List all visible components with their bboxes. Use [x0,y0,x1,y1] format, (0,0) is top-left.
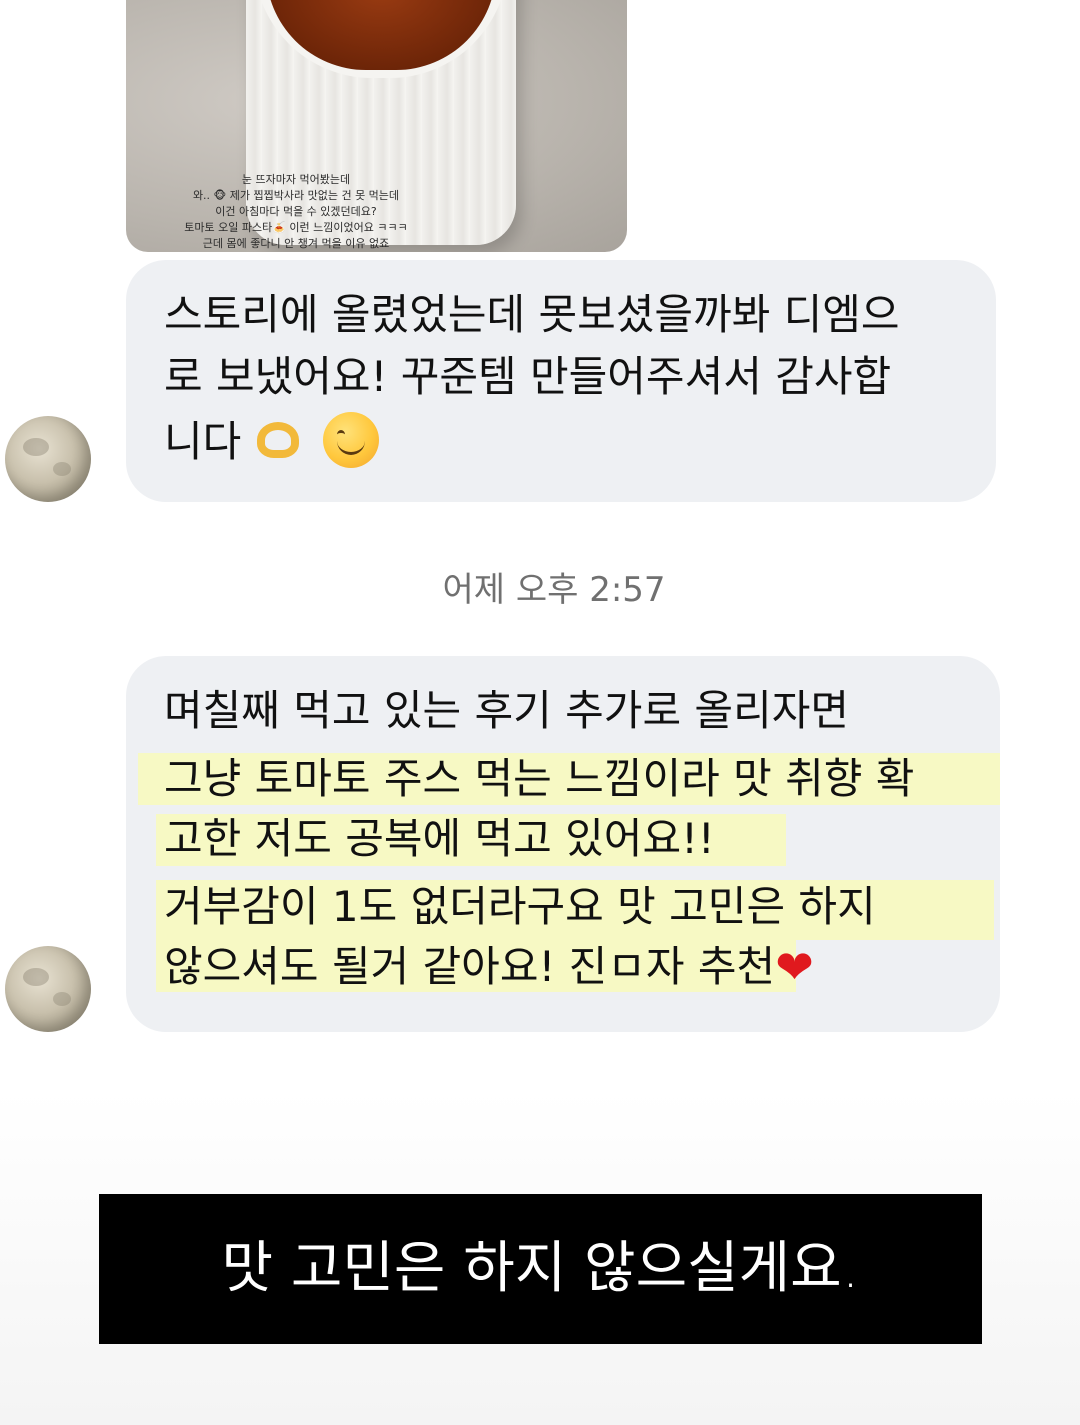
message-bubble[interactable]: 스토리에 올렸었는데 못보셨을까봐 디엠으 로 보냈어요! 꾸준템 만들어주셔서… [126,260,996,502]
story-caption: 눈 뜨자마자 먹어봤는데 와.. 🐵 제가 찝찝박사라 맛없는 건 못 먹는데 … [126,172,466,252]
story-caption-line: 토마토 오일 파스타🍝 이런 느낌이었어요 ㅋㅋㅋ [184,221,408,234]
caption-box: 맛 고민은 하지 않으실게요. [99,1194,982,1344]
message-line: 고한 저도 공복에 먹고 있어요!! [164,814,715,863]
story-caption-line: 근데 몸에 좋다니 안 챙겨 먹을 이유 없죠 [202,237,390,250]
heart-hands-icon [249,420,307,460]
story-caption-line: 이건 아침마다 먹을 수 있겠던데요? [215,205,377,218]
sender-avatar[interactable] [5,416,91,502]
shared-story-image[interactable]: 눈 뜨자마자 먹어봤는데 와.. 🐵 제가 찝찝박사라 맛없는 건 못 먹는데 … [126,0,627,252]
caption-text: 맛 고민은 하지 않으실게요. [221,1236,860,1301]
story-caption-line: 와.. 🐵 제가 찝찝박사라 맛없는 건 못 먹는데 [192,189,400,202]
message-line: 로 보냈어요! 꾸준템 만들어주셔서 감사합 [164,352,892,401]
message-line: 스토리에 올렸었는데 못보셨을까봐 디엠으 [164,290,900,339]
message-line-text: 않으셔도 될거 같아요! 진ㅁ자 추천 [164,942,776,991]
story-caption-line: 눈 뜨자마자 먹어봤는데 [241,173,351,186]
message-bubble[interactable]: 며칠째 먹고 있는 후기 추가로 올리자면 그냥 토마토 주스 먹는 느낌이라 … [126,656,1000,1032]
message-line: 거부감이 1도 없더라구요 맛 고민은 하지 [164,882,876,931]
timestamp: 어제 오후 2:57 [442,570,666,610]
smiling-face-icon [323,412,380,468]
message-line: 며칠째 먹고 있는 후기 추가로 올리자면 [164,686,849,735]
message-line-last: 않으셔도 될거 같아요! 진ㅁ자 추천❤ [164,940,814,994]
message-line-text: 니다 [164,417,242,466]
red-heart-icon: ❤ [775,940,814,994]
message-line-last: 니다 [164,412,380,469]
sender-avatar[interactable] [5,946,91,1032]
message-line: 그냥 토마토 주스 먹는 느낌이라 맛 취향 확 [164,754,915,803]
